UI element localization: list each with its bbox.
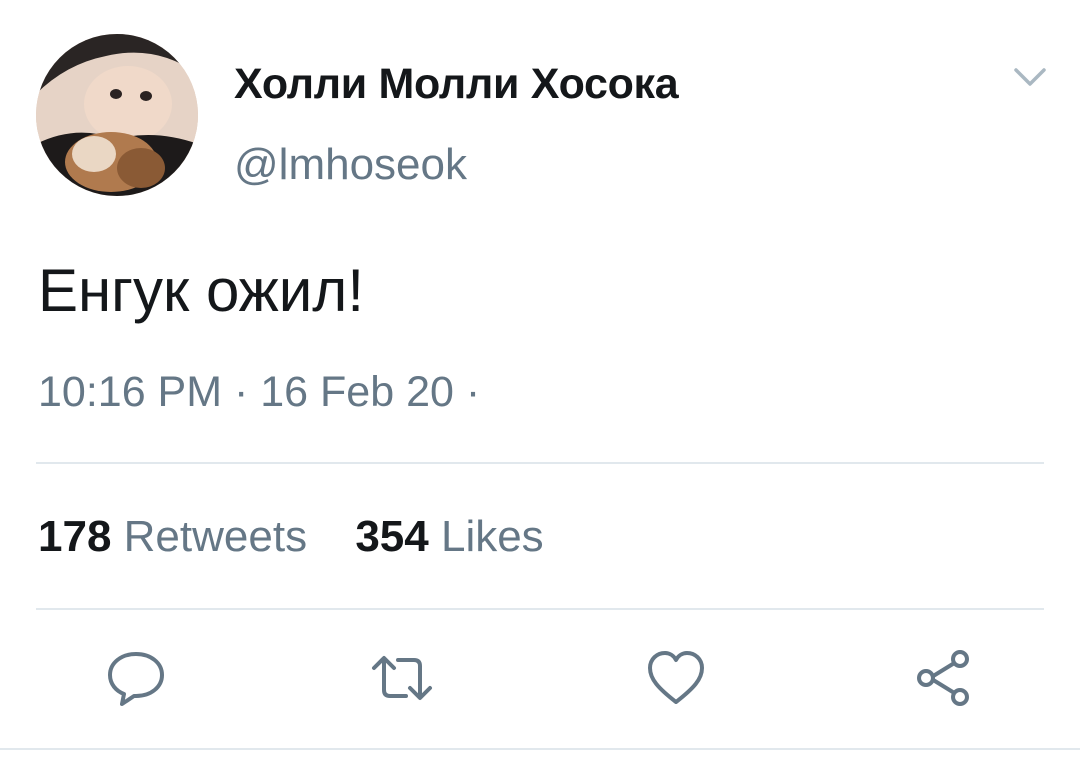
user-handle[interactable]: @lmhoseok [234,140,467,190]
likes-count: 354 [355,512,429,561]
chevron-down-icon[interactable] [1010,62,1050,92]
divider [36,608,1044,610]
reply-icon[interactable] [104,646,168,710]
retweets-label: Retweets [123,512,308,561]
retweets-stat[interactable]: 178 Retweets [38,512,307,562]
likes-label: Likes [440,512,544,561]
avatar[interactable] [36,34,198,196]
divider [0,748,1080,750]
tweet-stats: 178 Retweets 354 Likes [38,512,544,562]
heart-icon[interactable] [644,646,708,710]
tweet-text: Енгук ожил! [38,257,364,324]
display-name[interactable]: Холли Молли Хосока [234,60,679,109]
likes-stat[interactable]: 354 Likes [355,512,543,562]
share-icon[interactable] [912,646,976,710]
retweet-icon[interactable] [370,646,434,710]
avatar-photo [36,34,198,196]
retweets-count: 178 [38,512,112,561]
tweet-timestamp[interactable]: 10:16 PM · 16 Feb 20 · [38,368,480,417]
divider [36,462,1044,464]
